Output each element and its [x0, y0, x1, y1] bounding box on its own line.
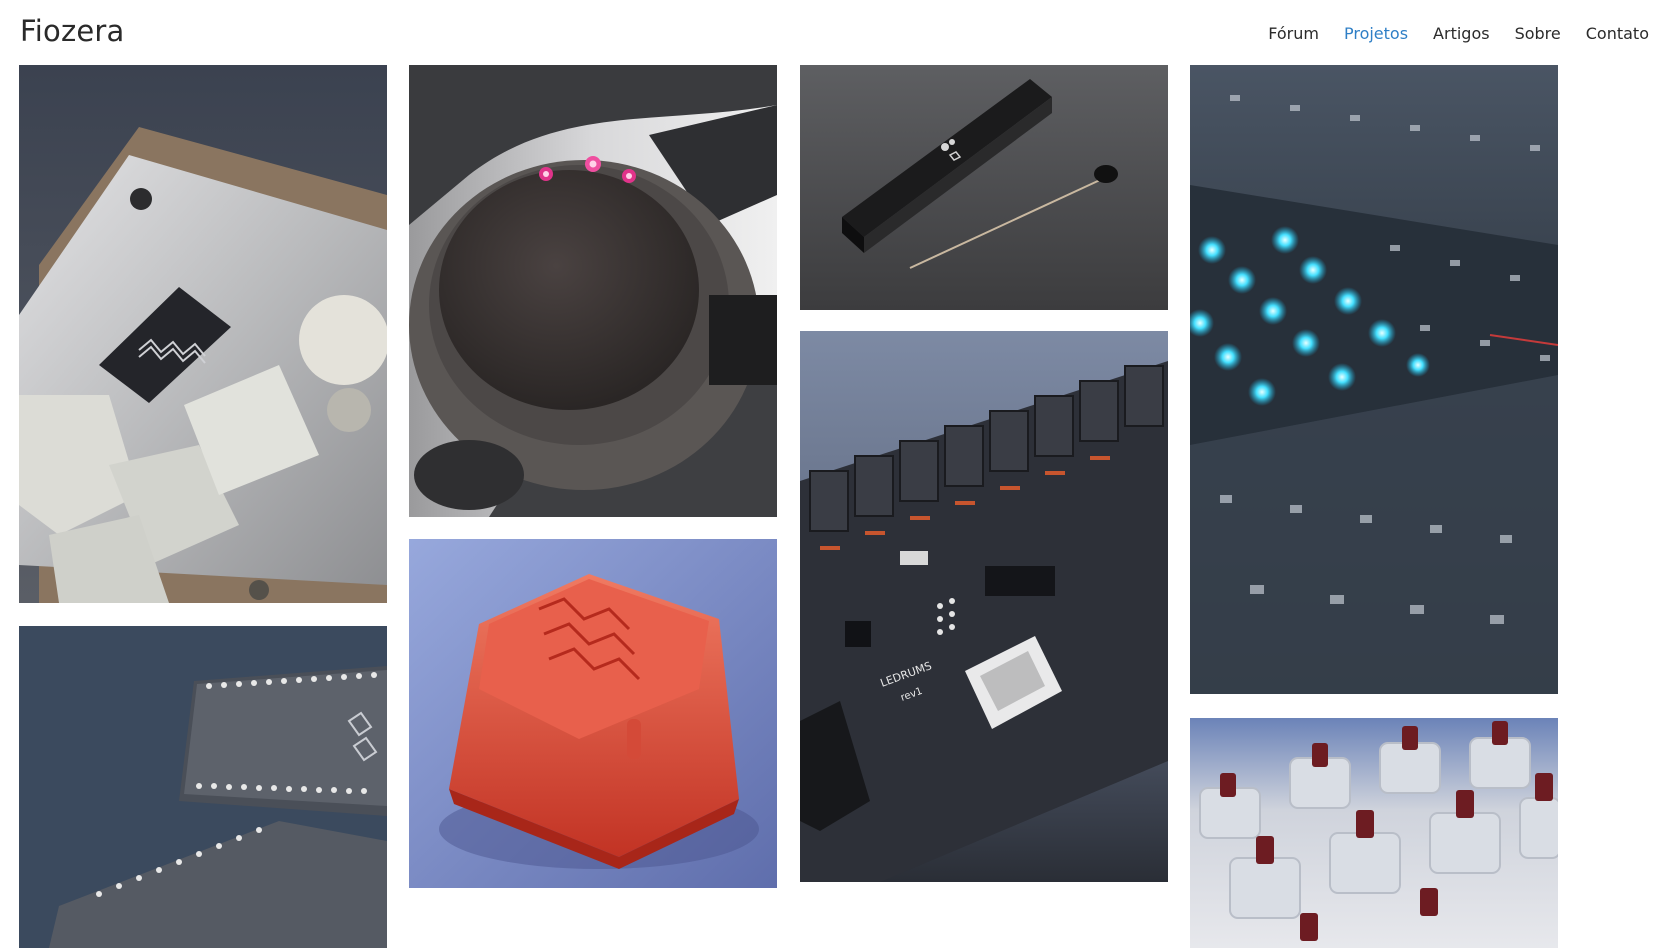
nav-item-sobre[interactable]: Sobre	[1515, 24, 1561, 43]
project-tile-pcbs[interactable]	[19, 626, 387, 948]
ledrums-board-photo: LEDRUMS rev1	[800, 331, 1168, 882]
nav-item-artigos[interactable]: Artigos	[1433, 24, 1490, 43]
round-device-photo	[409, 65, 777, 517]
pcb-boards-photo	[19, 626, 387, 948]
main-nav: Fórum Projetos Artigos Sobre Contato	[1243, 24, 1649, 43]
nav-item-projetos[interactable]: Projetos	[1344, 24, 1408, 43]
site-header: Fiozera Fórum Projetos Artigos Sobre Con…	[0, 0, 1667, 65]
project-tile-ledrums-board[interactable]: LEDRUMS rev1	[800, 331, 1168, 882]
stick-controller-photo	[800, 65, 1168, 310]
project-tile-red-keycap[interactable]	[409, 539, 777, 888]
macropad-photo	[19, 65, 387, 603]
keyboard-pcb-photo	[1190, 65, 1558, 694]
switches-photo	[1190, 718, 1558, 948]
project-tile-keyboard-pcb[interactable]	[1190, 65, 1558, 694]
site-logo[interactable]: Fiozera	[20, 14, 125, 48]
project-tile-macropad[interactable]	[19, 65, 387, 603]
nav-item-forum[interactable]: Fórum	[1268, 24, 1319, 43]
nav-item-contato[interactable]: Contato	[1586, 24, 1649, 43]
project-tile-stick-controller[interactable]	[800, 65, 1168, 310]
red-keycap-photo	[409, 539, 777, 888]
project-tile-switches[interactable]	[1190, 718, 1558, 948]
project-tile-round-device[interactable]	[409, 65, 777, 517]
